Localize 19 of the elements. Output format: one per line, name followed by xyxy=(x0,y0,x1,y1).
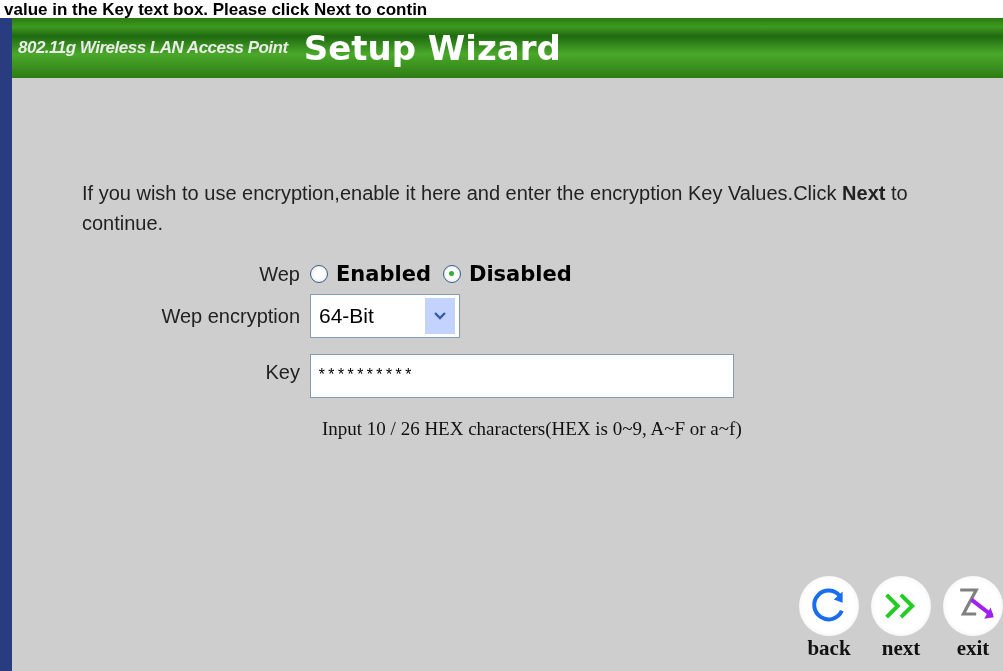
key-input-field[interactable]: ********** xyxy=(310,354,734,398)
radio-button[interactable] xyxy=(443,265,461,283)
exit-button-icon[interactable] xyxy=(943,576,1003,636)
back-button-icon[interactable] xyxy=(799,576,859,636)
hint-text: Input 10 / 26 HEX characters(HEX is 0~9, A~F or a~f) xyxy=(322,418,743,440)
wizard-title: Setup Wizard xyxy=(303,28,561,68)
option-label[interactable]: Enabled xyxy=(336,262,431,286)
field-label: Wep encryption xyxy=(161,304,300,328)
encryption-dropdown[interactable]: 64-Bit xyxy=(310,294,460,338)
instruction-text: If you wish to use encryption,enable it here and enter the encryption Key Values.Click Next to continue. xyxy=(82,181,909,236)
field-label: Wep xyxy=(259,262,300,286)
instruction-caption: value in the Key text box. Please click Next to contin xyxy=(0,0,1003,18)
field-label: Key xyxy=(265,360,300,384)
nav-link[interactable]: back xyxy=(807,636,851,661)
radio-button[interactable] xyxy=(310,265,328,283)
nav-link[interactable]: exit xyxy=(956,636,990,661)
nav-link[interactable]: next xyxy=(881,636,921,661)
product-subtitle: 802.11g Wireless LAN Access Point xyxy=(18,38,288,58)
option-label[interactable]: Disabled xyxy=(469,262,572,286)
